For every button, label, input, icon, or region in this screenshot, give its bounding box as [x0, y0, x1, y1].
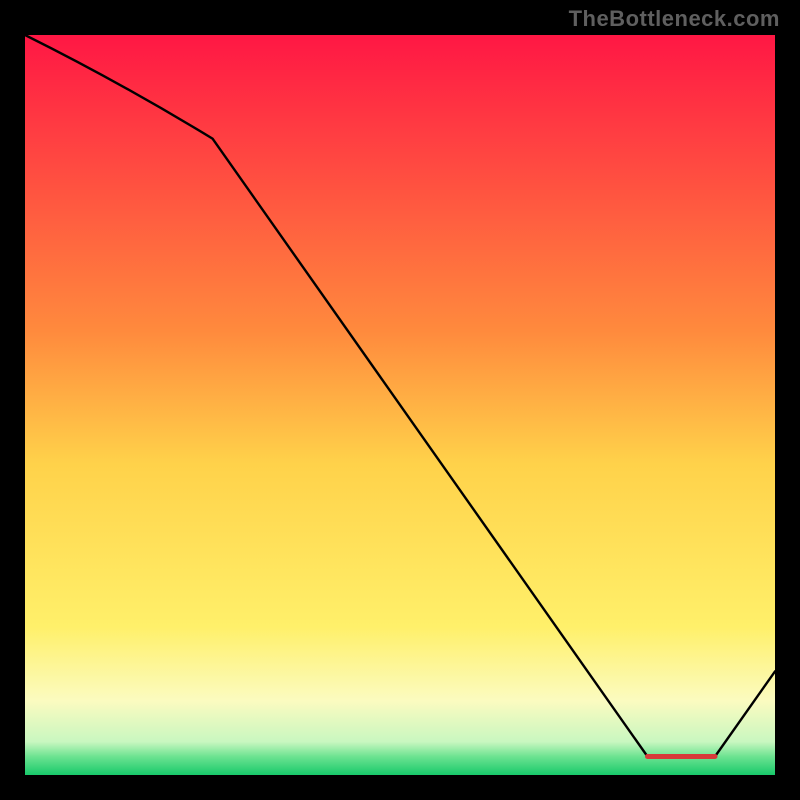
chart-svg: [25, 35, 775, 775]
chart-container: TheBottleneck.com: [0, 0, 800, 800]
plot-area: [25, 35, 775, 775]
watermark-text: TheBottleneck.com: [569, 6, 780, 32]
